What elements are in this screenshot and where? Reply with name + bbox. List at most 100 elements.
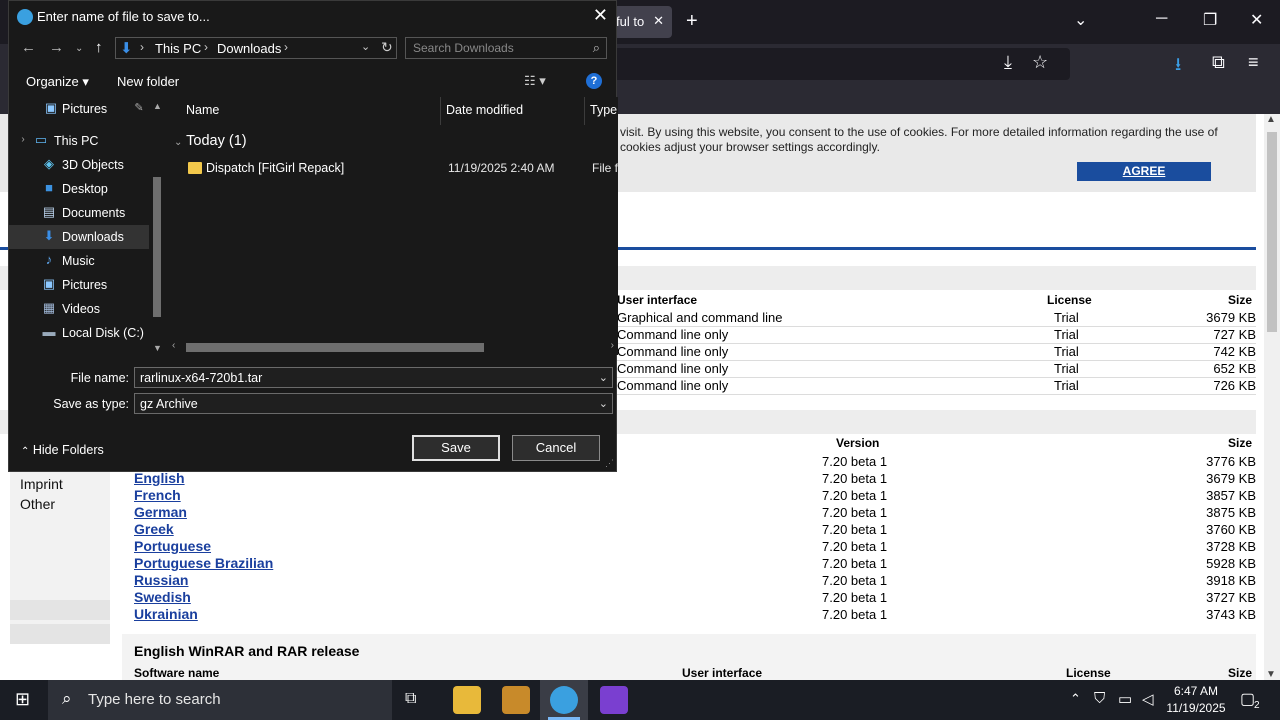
pinned-app-icon[interactable] bbox=[502, 686, 530, 714]
file-explorer-icon[interactable] bbox=[453, 686, 481, 714]
list-item[interactable]: Dispatch [FitGirl Repack] 11/19/2025 2:4… bbox=[186, 159, 618, 179]
column-header-date-modified[interactable]: Date modified bbox=[446, 103, 523, 117]
breadcrumb-downloads[interactable]: Downloads bbox=[217, 41, 281, 56]
tab-list-icon[interactable]: ⌄ bbox=[1074, 10, 1087, 30]
refresh-icon[interactable]: ↻ bbox=[381, 39, 393, 56]
language-link-english[interactable]: English bbox=[134, 470, 185, 486]
sidebar-link-other[interactable]: Other bbox=[20, 496, 55, 512]
language-link-ukrainian[interactable]: Ukrainian bbox=[134, 606, 198, 622]
desktop-icon: ■ bbox=[45, 180, 53, 195]
save-to-pocket-icon[interactable]: ⤓ bbox=[1004, 52, 1012, 73]
nav-item-pictures[interactable]: ▣ Pictures bbox=[9, 273, 149, 297]
version-cell: 7.20 beta 1 bbox=[822, 573, 888, 588]
chevron-right-icon[interactable]: › bbox=[15, 133, 31, 147]
close-window-button[interactable]: ✕ bbox=[1250, 10, 1263, 30]
chevron-down-icon[interactable]: ⌄ bbox=[599, 371, 608, 384]
scrollbar-thumb[interactable] bbox=[1267, 132, 1277, 332]
scroll-right-icon[interactable]: › bbox=[611, 340, 614, 351]
restore-button[interactable]: ❐ bbox=[1203, 10, 1217, 30]
editor-app-icon[interactable] bbox=[600, 686, 628, 714]
scroll-down-icon[interactable]: ▼ bbox=[153, 343, 162, 353]
file-name-input[interactable]: rarlinux-x64-720b1.tar ⌄ bbox=[134, 367, 613, 388]
help-icon[interactable]: ? bbox=[586, 73, 602, 89]
size-cell: 3918 KB bbox=[1206, 573, 1256, 588]
security-icon[interactable]: ⛉ bbox=[1094, 690, 1105, 707]
column-divider[interactable] bbox=[440, 97, 441, 125]
nav-item-music[interactable]: ♪ Music bbox=[9, 249, 149, 273]
nav-item-desktop[interactable]: ■ Desktop bbox=[9, 177, 149, 201]
language-link-french[interactable]: French bbox=[134, 487, 181, 503]
language-link-portuguese-brazilian[interactable]: Portuguese Brazilian bbox=[134, 555, 273, 571]
extensions-icon[interactable]: ⧉ bbox=[1212, 52, 1225, 73]
forward-arrow-icon[interactable]: → bbox=[49, 39, 64, 56]
volume-icon[interactable]: ◁ bbox=[1142, 690, 1154, 708]
save-as-type-select[interactable]: gz Archive ⌄ bbox=[134, 393, 613, 414]
nav-item-3d-objects[interactable]: ◈ 3D Objects bbox=[9, 153, 149, 177]
horizontal-scroll-thumb[interactable] bbox=[186, 343, 484, 352]
cancel-button[interactable]: Cancel bbox=[512, 435, 600, 461]
language-link-swedish[interactable]: Swedish bbox=[134, 589, 191, 605]
nav-scroll-thumb[interactable] bbox=[153, 177, 161, 317]
new-tab-button[interactable]: + bbox=[686, 10, 698, 32]
nav-item-local-disk[interactable]: ▬ Local Disk (C:) bbox=[9, 321, 149, 345]
hide-folders-button[interactable]: ⌃ Hide Folders bbox=[21, 443, 104, 457]
windows-start-icon[interactable]: ⊞ bbox=[15, 689, 30, 710]
bookmark-star-icon[interactable]: ☆ bbox=[1032, 52, 1048, 73]
chevron-down-icon[interactable]: ⌄ bbox=[599, 397, 608, 410]
agree-button[interactable]: AGREE bbox=[1077, 162, 1211, 181]
breadcrumb-this-pc[interactable]: This PC bbox=[155, 41, 201, 56]
system-clock[interactable]: 6:47 AM 11/19/2025 bbox=[1166, 683, 1226, 717]
language-link-german[interactable]: German bbox=[134, 504, 187, 520]
dialog-close-icon[interactable]: ✕ bbox=[593, 5, 608, 26]
file-name-label: File name: bbox=[70, 371, 129, 385]
sidebar-link-imprint[interactable]: Imprint bbox=[20, 476, 63, 492]
scroll-down-icon[interactable]: ▼ bbox=[1266, 669, 1276, 680]
nav-item-documents[interactable]: ▤ Documents bbox=[9, 201, 149, 225]
address-dropdown-icon[interactable]: ⌄ bbox=[361, 40, 370, 53]
downloads-icon[interactable]: ⭳ bbox=[1175, 52, 1181, 82]
scroll-up-icon[interactable]: ▲ bbox=[153, 101, 162, 111]
nav-item-downloads[interactable]: ⬇ Downloads bbox=[9, 225, 149, 249]
view-options-icon[interactable]: ☷ ▾ bbox=[524, 73, 546, 89]
resize-grip-icon[interactable]: ⋰ bbox=[605, 458, 614, 469]
new-folder-button[interactable]: New folder bbox=[117, 74, 179, 89]
nav-item-this-pc[interactable]: › ▭ This PC bbox=[9, 129, 149, 153]
size-cell: 3679 KB bbox=[1206, 471, 1256, 486]
address-bar[interactable]: ⬇ › This PC › Downloads › ⌄ ↻ bbox=[115, 37, 397, 59]
recent-locations-icon[interactable]: ⌄ bbox=[75, 43, 83, 54]
table3-header-ui: User interface bbox=[682, 666, 763, 680]
column-divider[interactable] bbox=[584, 97, 585, 125]
page-scrollbar[interactable]: ▲ ▼ bbox=[1264, 114, 1280, 680]
save-button[interactable]: Save bbox=[412, 435, 500, 461]
horizontal-scrollbar[interactable]: ‹ › bbox=[166, 339, 618, 355]
menu-icon[interactable]: ≡ bbox=[1248, 52, 1259, 73]
language-link-greek[interactable]: Greek bbox=[134, 521, 174, 537]
browser-app-icon[interactable] bbox=[550, 686, 578, 714]
task-view-icon[interactable]: ⧉ bbox=[405, 690, 416, 708]
taskbar-search[interactable]: ⌕ Type here to search bbox=[48, 680, 392, 720]
scroll-up-icon[interactable]: ▲ bbox=[1266, 114, 1276, 125]
nav-pane-scrollbar[interactable]: ▲ ▼ bbox=[150, 97, 164, 355]
minimize-button[interactable]: ─ bbox=[1156, 10, 1167, 28]
column-header-name[interactable]: Name bbox=[186, 103, 219, 117]
chevron-up-icon[interactable]: ⌃ bbox=[1070, 691, 1081, 707]
organize-button[interactable]: Organize ▾ bbox=[26, 74, 89, 90]
language-link-portuguese[interactable]: Portuguese bbox=[134, 538, 211, 554]
nav-item-videos[interactable]: ▦ Videos bbox=[9, 297, 149, 321]
search-downloads-input[interactable]: Search Downloads ⌕ bbox=[405, 37, 607, 59]
back-arrow-icon[interactable]: ← bbox=[21, 39, 36, 56]
nav-label: Desktop bbox=[62, 182, 108, 196]
group-header-today[interactable]: ⌄ Today (1) bbox=[174, 133, 247, 149]
nav-item-pictures-pinned[interactable]: ▣ Pictures ✎ bbox=[9, 97, 149, 121]
url-bar[interactable] bbox=[560, 48, 1070, 80]
network-icon[interactable]: ▭ bbox=[1118, 690, 1132, 708]
language-link-russian[interactable]: Russian bbox=[134, 572, 188, 588]
column-header-type[interactable]: Type bbox=[590, 103, 617, 117]
pictures-icon: ▣ bbox=[42, 276, 56, 291]
up-arrow-icon[interactable]: ↑ bbox=[95, 39, 103, 56]
ui-cell: Graphical and command line bbox=[617, 310, 783, 325]
tab-close-icon[interactable]: ✕ bbox=[653, 13, 664, 29]
notifications-icon[interactable]: ▢ bbox=[1240, 689, 1255, 709]
nav-label: Music bbox=[62, 254, 95, 268]
scroll-left-icon[interactable]: ‹ bbox=[172, 340, 175, 351]
